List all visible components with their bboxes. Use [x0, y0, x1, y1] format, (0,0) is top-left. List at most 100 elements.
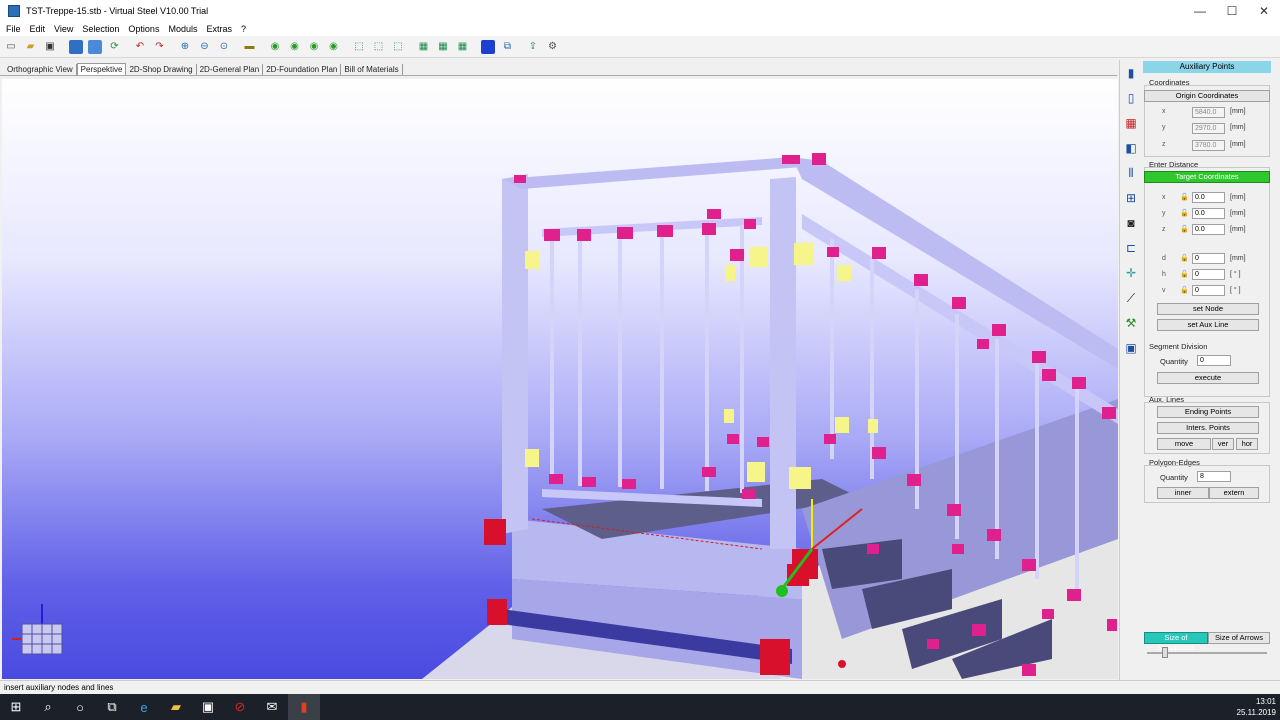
profile-icon[interactable]: ⊏	[1123, 240, 1139, 256]
inner-button[interactable]: inner	[1157, 487, 1209, 499]
select-3-icon[interactable]: ⬚	[391, 40, 405, 54]
aux-point-icon[interactable]: ✛	[1123, 265, 1139, 281]
minimize-button[interactable]: —	[1184, 0, 1216, 22]
select-2-icon[interactable]: ⬚	[372, 40, 386, 54]
tab-bill-of-materials[interactable]: Bill of Materials	[341, 64, 403, 75]
lock-v-icon[interactable]: 🔓	[1180, 286, 1189, 295]
rotate-2-icon[interactable]: ◉	[288, 40, 302, 54]
tab-2d-foundation-plan[interactable]: 2D-Foundation Plan	[263, 64, 342, 75]
origin-z-field[interactable]: 3780.0	[1192, 140, 1225, 151]
target-z-field[interactable]: 0.0	[1192, 224, 1225, 235]
menu-file[interactable]: File	[6, 24, 21, 34]
size-of-arrows-button[interactable]: Size of Arrows	[1208, 632, 1270, 644]
lock-z-icon[interactable]: 🔓	[1180, 225, 1189, 234]
beam-icon[interactable]: ▮	[1123, 65, 1139, 81]
size-of-snappoints-button[interactable]: Size of Snappoints	[1144, 632, 1208, 652]
column-icon[interactable]: ▯	[1123, 90, 1139, 106]
dist-h-field[interactable]: 0	[1192, 269, 1225, 280]
tab-perspektive[interactable]: Perspektive	[76, 63, 127, 75]
view-1-icon[interactable]	[68, 39, 83, 54]
grid-icon[interactable]: ▦	[1123, 115, 1139, 131]
target-y-field[interactable]: 0.0	[1192, 208, 1225, 219]
grid-2-icon[interactable]: ▦	[436, 40, 450, 54]
store-icon[interactable]: ▣	[192, 694, 224, 720]
execute-button[interactable]: execute	[1157, 372, 1259, 384]
cortana-icon[interactable]: ○	[64, 694, 96, 720]
origin-y-field[interactable]: 2970.0	[1192, 123, 1225, 134]
open-file-icon[interactable]: ▰	[24, 40, 38, 54]
view-2-icon[interactable]	[88, 39, 102, 54]
polygon-quantity-field[interactable]: 8	[1197, 471, 1231, 482]
grid-3-icon[interactable]: ▦	[456, 40, 470, 54]
move-button[interactable]: move	[1157, 438, 1211, 450]
origin-x-field[interactable]: 5840.0	[1192, 107, 1225, 118]
export-icon[interactable]: ⇪	[526, 40, 540, 54]
network-icon[interactable]: ⧉	[501, 40, 515, 54]
tab-orthographic-view[interactable]: Orthographic View	[4, 64, 77, 75]
mail-icon[interactable]: ✉	[256, 694, 288, 720]
size-slider-handle[interactable]	[1162, 647, 1168, 658]
virtual-steel-taskbar-icon[interactable]: ▮	[288, 694, 320, 720]
color-square-icon[interactable]	[481, 39, 495, 54]
maximize-button[interactable]: ☐	[1216, 0, 1248, 22]
zoom-out-icon[interactable]: ⊖	[198, 40, 212, 54]
set-node-button[interactable]: set Node	[1157, 303, 1259, 315]
undo-icon[interactable]: ↶	[133, 40, 147, 54]
grid-1-icon[interactable]: ▦	[417, 40, 431, 54]
edge-browser-icon[interactable]: e	[128, 694, 160, 720]
stair-icon[interactable]: ⫴	[1123, 165, 1139, 181]
tool-icon[interactable]: ⚒	[1123, 315, 1139, 331]
menu-edit[interactable]: Edit	[30, 24, 46, 34]
system-clock[interactable]: 13:01 25.11.2019	[1237, 696, 1276, 718]
red-app-icon[interactable]: ⊘	[224, 694, 256, 720]
segment-quantity-field[interactable]: 0	[1197, 355, 1231, 366]
tab-2d-general-plan[interactable]: 2D-General Plan	[197, 64, 264, 75]
view-cube-icon[interactable]	[12, 604, 63, 655]
inters-points-button[interactable]: Inters. Points	[1157, 422, 1259, 434]
new-file-icon[interactable]: ▭	[4, 40, 18, 54]
menu-options[interactable]: Options	[128, 24, 159, 34]
save-icon[interactable]: ▣	[43, 40, 57, 54]
target-x-field[interactable]: 0.0	[1192, 192, 1225, 203]
measure-icon[interactable]: ▬	[243, 40, 257, 54]
aux-line-icon[interactable]: ⟋	[1123, 290, 1139, 306]
settings-icon[interactable]: ⚙	[546, 40, 560, 54]
ending-points-button[interactable]: Ending Points	[1157, 406, 1259, 418]
zoom-in-icon[interactable]: ⊕	[178, 40, 192, 54]
menu-view[interactable]: View	[54, 24, 73, 34]
task-view-icon[interactable]: ⧉	[96, 694, 128, 720]
menu-help[interactable]: ?	[241, 24, 246, 34]
hor-button[interactable]: hor	[1236, 438, 1258, 450]
rotate-1-icon[interactable]: ◉	[268, 40, 282, 54]
camera-icon[interactable]: ◙	[1123, 215, 1139, 231]
3d-viewport[interactable]	[2, 79, 1118, 679]
menu-extras[interactable]: Extras	[206, 24, 232, 34]
origin-coordinates-button[interactable]: Origin Coordinates	[1144, 90, 1270, 102]
rotate-3-icon[interactable]: ◉	[307, 40, 321, 54]
lock-x-icon[interactable]: 🔓	[1180, 193, 1189, 202]
dist-d-field[interactable]: 0	[1192, 253, 1225, 264]
windows-start-icon[interactable]: ⊞	[0, 694, 32, 720]
dist-v-field[interactable]: 0	[1192, 285, 1225, 296]
close-button[interactable]: ✕	[1248, 0, 1280, 22]
redo-icon[interactable]: ↷	[153, 40, 167, 54]
refresh-icon[interactable]: ⟳	[108, 40, 122, 54]
lock-h-icon[interactable]: 🔓	[1180, 270, 1189, 279]
info-icon[interactable]: ▣	[1123, 340, 1139, 356]
zoom-fit-icon[interactable]: ⊙	[217, 40, 231, 54]
menu-moduls[interactable]: Moduls	[168, 24, 197, 34]
connection-icon[interactable]: ⊞	[1123, 190, 1139, 206]
file-explorer-icon[interactable]: ▰	[160, 694, 192, 720]
lock-d-icon[interactable]: 🔓	[1180, 254, 1189, 263]
rotate-4-icon[interactable]: ◉	[327, 40, 341, 54]
plate-icon[interactable]: ◧	[1123, 140, 1139, 156]
tab-2d-shop-drawing[interactable]: 2D-Shop Drawing	[126, 64, 197, 75]
ver-button[interactable]: ver	[1212, 438, 1234, 450]
select-1-icon[interactable]: ⬚	[352, 40, 366, 54]
extern-button[interactable]: extern	[1209, 487, 1259, 499]
menu-selection[interactable]: Selection	[82, 24, 119, 34]
search-icon[interactable]: ⌕	[32, 694, 64, 720]
set-aux-line-button[interactable]: set Aux Line	[1157, 319, 1259, 331]
target-coordinates-button[interactable]: Target Coordinates	[1144, 171, 1270, 183]
lock-y-icon[interactable]: 🔓	[1180, 209, 1189, 218]
